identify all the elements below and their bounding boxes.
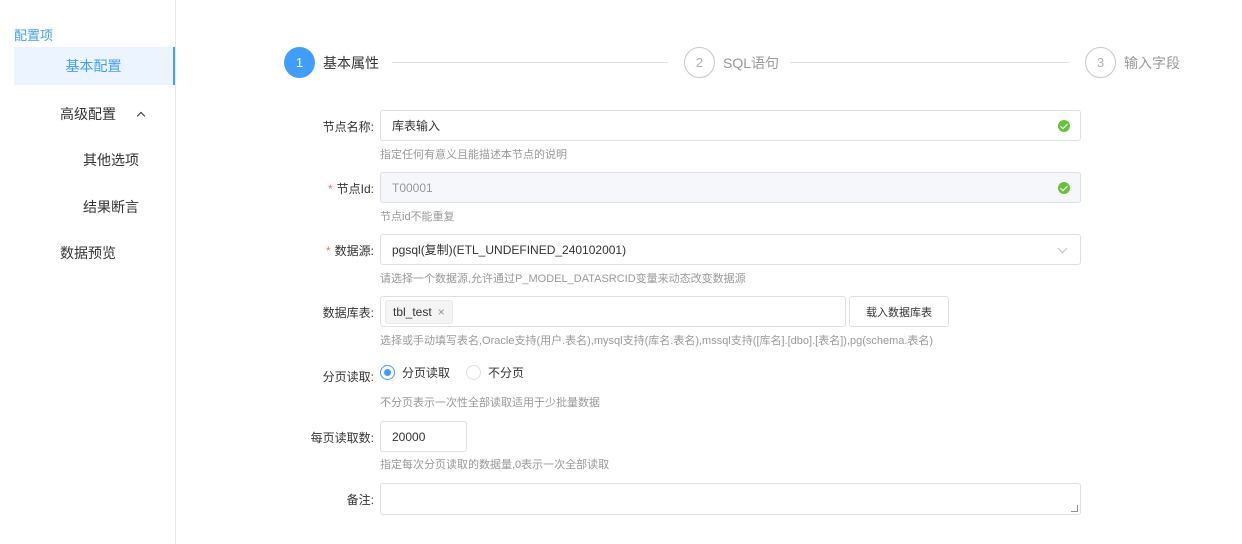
load-tables-button[interactable]: 载入数据库表 — [849, 296, 949, 327]
step-label: 输入字段 — [1124, 54, 1180, 71]
paging-option-on[interactable]: 分页读取 — [380, 364, 450, 381]
db-table-hint: 选择或手动填写表名,Oracle支持(用户.表名),mysql支持(库名.表名)… — [380, 335, 934, 347]
step-number: 2 — [684, 47, 715, 78]
node-id-hint: 节点id不能重复 — [380, 211, 455, 223]
node-id-input[interactable]: T00001 — [380, 172, 1081, 203]
sidebar-item-advanced-config[interactable]: 高级配置 — [60, 104, 146, 124]
paging-radio-group: 分页读取 不分页 — [380, 364, 540, 381]
table-tag-label: tbl_test — [393, 304, 432, 319]
sidebar-item-label: 基本配置 — [65, 58, 122, 74]
db-table-input[interactable]: tbl_test × — [380, 296, 846, 327]
page-size-label: 每页读取数: — [310, 431, 374, 445]
step-connector — [790, 62, 1069, 63]
sidebar-item-result-assert[interactable]: 结果断言 — [83, 197, 139, 217]
page-size-input[interactable]: 20000 — [380, 421, 467, 452]
radio-checked-icon — [380, 365, 395, 380]
step-sql[interactable]: 2 SQL语句 — [684, 47, 779, 78]
resize-handle-icon[interactable] — [1071, 505, 1078, 512]
sidebar-divider — [175, 0, 176, 544]
page-size-hint: 指定每次分页读取的数据量,0表示一次全部读取 — [380, 459, 610, 471]
radio-label: 分页读取 — [402, 366, 451, 380]
step-label: 基本属性 — [323, 54, 379, 71]
datasource-label: * 数据源: — [325, 244, 374, 258]
datasource-value: pgsql(复制)(ETL_UNDEFINED_240102001) — [392, 243, 627, 257]
step-label: SQL语句 — [723, 54, 780, 71]
node-id-value: T00001 — [392, 180, 433, 195]
node-name-value: 库表输入 — [392, 119, 441, 133]
sidebar-title: 配置项 — [14, 28, 54, 43]
close-icon[interactable]: × — [438, 305, 445, 319]
sidebar-item-other-options[interactable]: 其他选项 — [83, 150, 139, 170]
datasource-select[interactable]: pgsql(复制)(ETL_UNDEFINED_240102001) — [380, 234, 1081, 265]
sidebar-item-data-preview[interactable]: 数据预览 — [60, 243, 116, 263]
radio-unchecked-icon — [466, 365, 482, 380]
datasource-hint: 请选择一个数据源,允许通过P_MODEL_DATASRCID变量来动态改变数据源 — [380, 273, 746, 285]
node-id-label: * 节点Id: — [327, 182, 374, 196]
check-circle-icon — [1058, 182, 1070, 194]
step-number: 3 — [1085, 47, 1116, 78]
step-basic-properties[interactable]: 1 基本属性 — [284, 47, 379, 78]
node-name-input[interactable]: 库表输入 — [380, 110, 1081, 141]
sidebar-item-basic-config[interactable]: 基本配置 — [14, 47, 176, 85]
step-number: 1 — [284, 47, 315, 78]
db-table-label: 数据库表: — [322, 306, 374, 320]
sidebar-item-label: 高级配置 — [60, 106, 116, 122]
node-name-label: 节点名称: — [322, 120, 374, 134]
paging-option-off[interactable]: 不分页 — [466, 364, 524, 381]
paging-hint: 不分页表示一次性全部读取适用于少批量数据 — [380, 397, 600, 409]
radio-label: 不分页 — [488, 366, 525, 380]
check-circle-icon — [1058, 120, 1070, 132]
node-name-hint: 指定任何有意义且能描述本节点的说明 — [380, 149, 567, 161]
page-size-value: 20000 — [392, 429, 426, 444]
paging-label: 分页读取: — [322, 370, 374, 384]
remark-label: 备注: — [346, 493, 374, 507]
remark-textarea[interactable] — [380, 483, 1081, 515]
step-input-fields[interactable]: 3 输入字段 — [1085, 47, 1180, 78]
chevron-up-icon — [136, 111, 146, 120]
step-connector — [392, 62, 668, 63]
chevron-down-icon — [1057, 243, 1068, 254]
table-tag: tbl_test × — [385, 299, 453, 324]
